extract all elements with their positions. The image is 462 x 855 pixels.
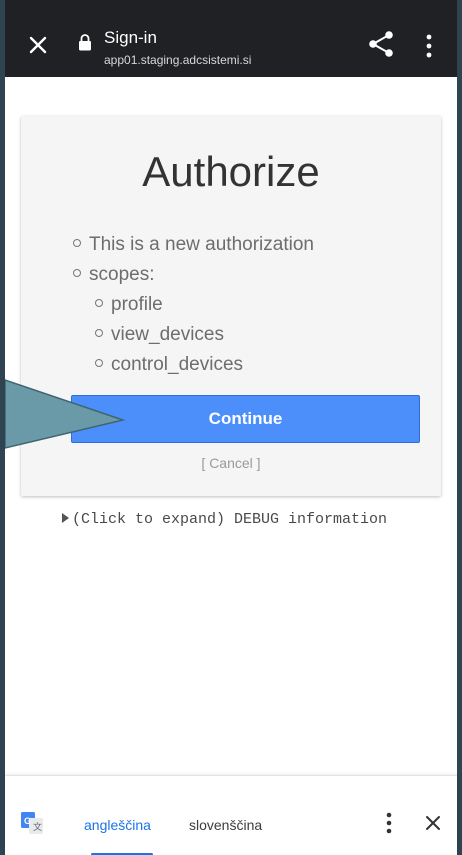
lock-icon <box>79 34 91 51</box>
translate-bar: G 文 angleščina slovenščina <box>5 775 457 855</box>
scope-item-view-devices: view_devices <box>95 324 224 346</box>
authorize-heading: Authorize <box>142 148 320 195</box>
bullet-icon <box>95 328 103 337</box>
svg-text:G: G <box>24 816 31 826</box>
debug-expander[interactable]: (Click to expand) DEBUG information <box>62 511 387 528</box>
page-url: app01.staging.adcsistemi.si <box>104 53 252 67</box>
share-icon[interactable] <box>368 30 394 58</box>
bullet-icon <box>95 298 103 307</box>
bullet-icon <box>73 238 81 247</box>
expand-triangle-icon <box>62 513 69 524</box>
google-translate-icon[interactable]: G 文 <box>21 812 43 834</box>
more-vert-icon[interactable] <box>425 34 433 58</box>
bullet-icon <box>73 268 81 277</box>
list-item: This is a new authorization <box>73 234 314 256</box>
page-title: Sign-in <box>104 28 157 47</box>
callout-pointer <box>5 379 126 449</box>
list-item: scopes: <box>73 264 154 286</box>
close-icon[interactable] <box>425 815 441 831</box>
source-language-tab[interactable]: angleščina <box>84 817 151 833</box>
more-vert-icon[interactable] <box>385 812 393 834</box>
custom-tab-toolbar: Sign-in app01.staging.adcsistemi.si <box>5 0 457 77</box>
scope-item-profile: profile <box>95 294 163 316</box>
target-language-tab[interactable]: slovenščina <box>189 817 262 833</box>
debug-label: (Click to expand) DEBUG information <box>72 511 388 528</box>
svg-text:文: 文 <box>33 821 42 832</box>
close-icon[interactable] <box>27 34 49 56</box>
phone-screen: Sign-in app01.staging.adcsistemi.si Auth… <box>0 0 462 855</box>
